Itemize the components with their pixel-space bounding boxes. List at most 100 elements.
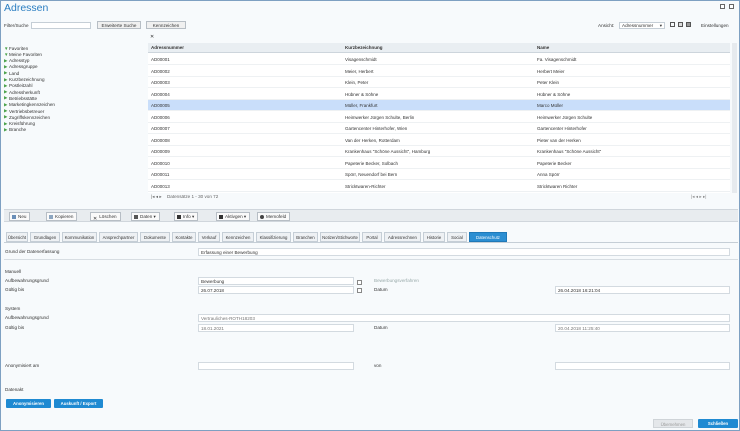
tree-item[interactable]: ▶ Marketingkennzeichen	[4, 102, 55, 108]
table-cell: Müller, Frankfurt	[345, 103, 378, 108]
table-row[interactable]: AD00011 Spörr, Neuendorf bei Bern Anna Spö…	[148, 169, 730, 180]
anonymize-button[interactable]: Anonymisieren	[6, 399, 51, 408]
process-placeholder: Bewerbungsverfahren	[374, 278, 419, 283]
tab[interactable]: Notizen/Stichworte	[320, 232, 360, 242]
filter-input[interactable]	[31, 22, 91, 29]
new-label: Neu	[18, 214, 27, 219]
table-cell: AD00013	[151, 183, 170, 189]
table-row[interactable]: AD00008 Van der Herken, Rotterdam Pieter v…	[148, 135, 730, 146]
tree-item[interactable]: ▶ Kurzbezeichnung	[4, 77, 45, 83]
table-cell: AD00010	[151, 160, 170, 166]
new-icon	[12, 214, 16, 219]
table-row[interactable]: AD00006 Heimwerker Jürgen Schulte, Berlin…	[148, 112, 730, 123]
valid-until-label: Gültig bis	[5, 287, 25, 292]
retention-field[interactable]: Bewerbung	[198, 277, 354, 285]
memo-icon	[260, 214, 264, 219]
tab[interactable]: Historie	[423, 232, 445, 242]
layout-grid-icon[interactable]	[686, 22, 691, 27]
apply-button[interactable]: Übernehmen	[653, 419, 693, 428]
tab[interactable]: Datenschutz	[469, 232, 507, 242]
tree-item[interactable]: ▶ Adressherkunft	[4, 89, 40, 95]
minimize-icon[interactable]	[720, 4, 725, 9]
copy-button[interactable]: Kopieren	[46, 212, 78, 221]
tree-item[interactable]: ▼ Meine Favoriten	[4, 51, 42, 57]
pager-right-icons[interactable]: |◂ ◂ ▸ ▸|	[691, 194, 706, 200]
export-button[interactable]: Auskunft / Export	[54, 399, 103, 408]
retention-label: Aufbewahrungsgrund	[5, 278, 49, 283]
tree-item[interactable]: ▶ Postleitzahl	[4, 83, 33, 89]
keywords-button[interactable]: Kennzeichen	[146, 21, 186, 29]
tab[interactable]: Kennzeichen	[222, 232, 254, 242]
tab[interactable]: Kommunikation	[62, 232, 97, 242]
table-row[interactable]: AD00009 Krankenhaus "Schöne Aussicht", Ha…	[148, 146, 730, 157]
table-cell: Gartencenter Hinterhofer	[537, 126, 587, 131]
tab[interactable]: Klassifizierung	[256, 232, 291, 242]
valid-until-field[interactable]: 26.07.2018	[198, 286, 354, 294]
date-field[interactable]: 26.04.2018 16:21:04	[555, 286, 730, 294]
tree-item[interactable]: ▼ Favoriten	[4, 45, 28, 51]
settings-link[interactable]: Einstellungen	[701, 23, 729, 28]
tree-item[interactable]: ▶ Betriebsstätte	[4, 95, 37, 101]
table-cell: AD00009	[151, 149, 170, 154]
table-cell: Heimwerker Jürgen Schulte	[537, 114, 593, 120]
layout-single-icon[interactable]	[670, 22, 675, 27]
column-header-number[interactable]: Adressnummer	[151, 45, 184, 50]
tab[interactable]: Social	[447, 232, 467, 242]
tree-item[interactable]: ▶ Vertriebsbetreuer	[4, 108, 44, 114]
advanced-search-button[interactable]: Erweiterte Suche	[97, 21, 141, 29]
tab[interactable]: Übersicht	[6, 232, 28, 242]
retention-checkbox[interactable]	[357, 280, 362, 285]
table-row[interactable]: AD00007 Gartencenter Hinterhofer, Wien Gar…	[148, 123, 730, 134]
data-button[interactable]: Daten ▾	[131, 212, 160, 221]
reason-label: Grund der Datenerfassung	[5, 249, 60, 254]
tree-item[interactable]: ▶ Zugriffskennzeichen	[4, 114, 50, 120]
tree-item[interactable]: ▶ Kreisführung	[4, 121, 35, 127]
table-cell: Klein, Peter	[345, 80, 369, 85]
table-cell: Marco Müller	[537, 103, 564, 108]
table-row[interactable]: AD00010 Papeterie Becker, Solbach Papeteri…	[148, 158, 730, 169]
table-row[interactable]: AD00003 Klein, Peter Peter Klein	[148, 77, 730, 88]
tree-item[interactable]: ▶ Branche	[4, 127, 26, 133]
view-select[interactable]: Adressnummer ▾	[619, 22, 665, 29]
table-row[interactable]: AD00005 Müller, Frankfurt Marco Müller	[148, 100, 730, 111]
valid-until-checkbox[interactable]	[357, 288, 362, 293]
tab[interactable]: Portal	[362, 232, 382, 242]
table-row[interactable]: AD00013 Stricktwaren-Richter Stricktwaren …	[148, 181, 730, 192]
reason-field[interactable]: Erfassung einer Bewerbung	[198, 248, 730, 256]
pager-nav-icon[interactable]: |◂ ◂ ▸	[151, 194, 162, 199]
tree-item[interactable]: ▶ Adresstyp	[4, 58, 29, 64]
new-button[interactable]: Neu	[9, 212, 31, 221]
layout-split-icon[interactable]	[678, 22, 683, 27]
table-cell: AD00003	[151, 80, 170, 85]
tab[interactable]: Adressrechnen	[384, 232, 421, 242]
table-row[interactable]: AD00002 Meier, Herbert Herbert Meier	[148, 66, 730, 77]
tab[interactable]: Grundlagen	[30, 232, 60, 242]
table-scrollbar[interactable]	[732, 43, 737, 193]
memo-button[interactable]: Memofeld	[257, 212, 291, 221]
close-icon[interactable]	[729, 4, 734, 9]
tab[interactable]: Branchen	[293, 232, 318, 242]
info-button[interactable]: Info ▾	[174, 212, 199, 221]
table-cell: Stricktwaren Richter	[537, 183, 578, 189]
close-button[interactable]: Schließen	[698, 419, 738, 428]
by-field	[555, 362, 730, 370]
tab[interactable]: Verkauf	[198, 232, 220, 242]
tree-item[interactable]: ▶ Adressgruppe	[4, 64, 38, 70]
tab[interactable]: Ansprechpartner	[99, 232, 138, 242]
table-row[interactable]: AD00004 Hübner & Söhne Hübner & Söhne	[148, 89, 730, 100]
tree-item[interactable]: ▶ Land	[4, 70, 19, 76]
table-cell: Peter Klein	[537, 80, 560, 85]
view-label: Ansicht:	[598, 23, 615, 28]
table-row[interactable]: AD00001 Visagenschmidt Fa. Visagenschmidt	[148, 54, 730, 65]
column-header-shortname[interactable]: Kurzbezeichnung	[345, 45, 383, 50]
data-label: Daten	[140, 214, 153, 219]
delete-label: Löschen	[99, 214, 117, 219]
tab[interactable]: Dokumente	[140, 232, 170, 242]
tab[interactable]: Kontakte	[172, 232, 196, 242]
activities-button[interactable]: Aktivgen ▾	[216, 212, 251, 221]
clear-filter-icon[interactable]: ✕	[150, 34, 154, 40]
table-cell: Anna Spörr	[537, 172, 560, 177]
delete-button[interactable]: ✕ Löschen	[90, 212, 121, 222]
tree-item-label: Marketingkennzeichen	[9, 102, 55, 108]
column-header-name[interactable]: Name	[537, 45, 549, 50]
